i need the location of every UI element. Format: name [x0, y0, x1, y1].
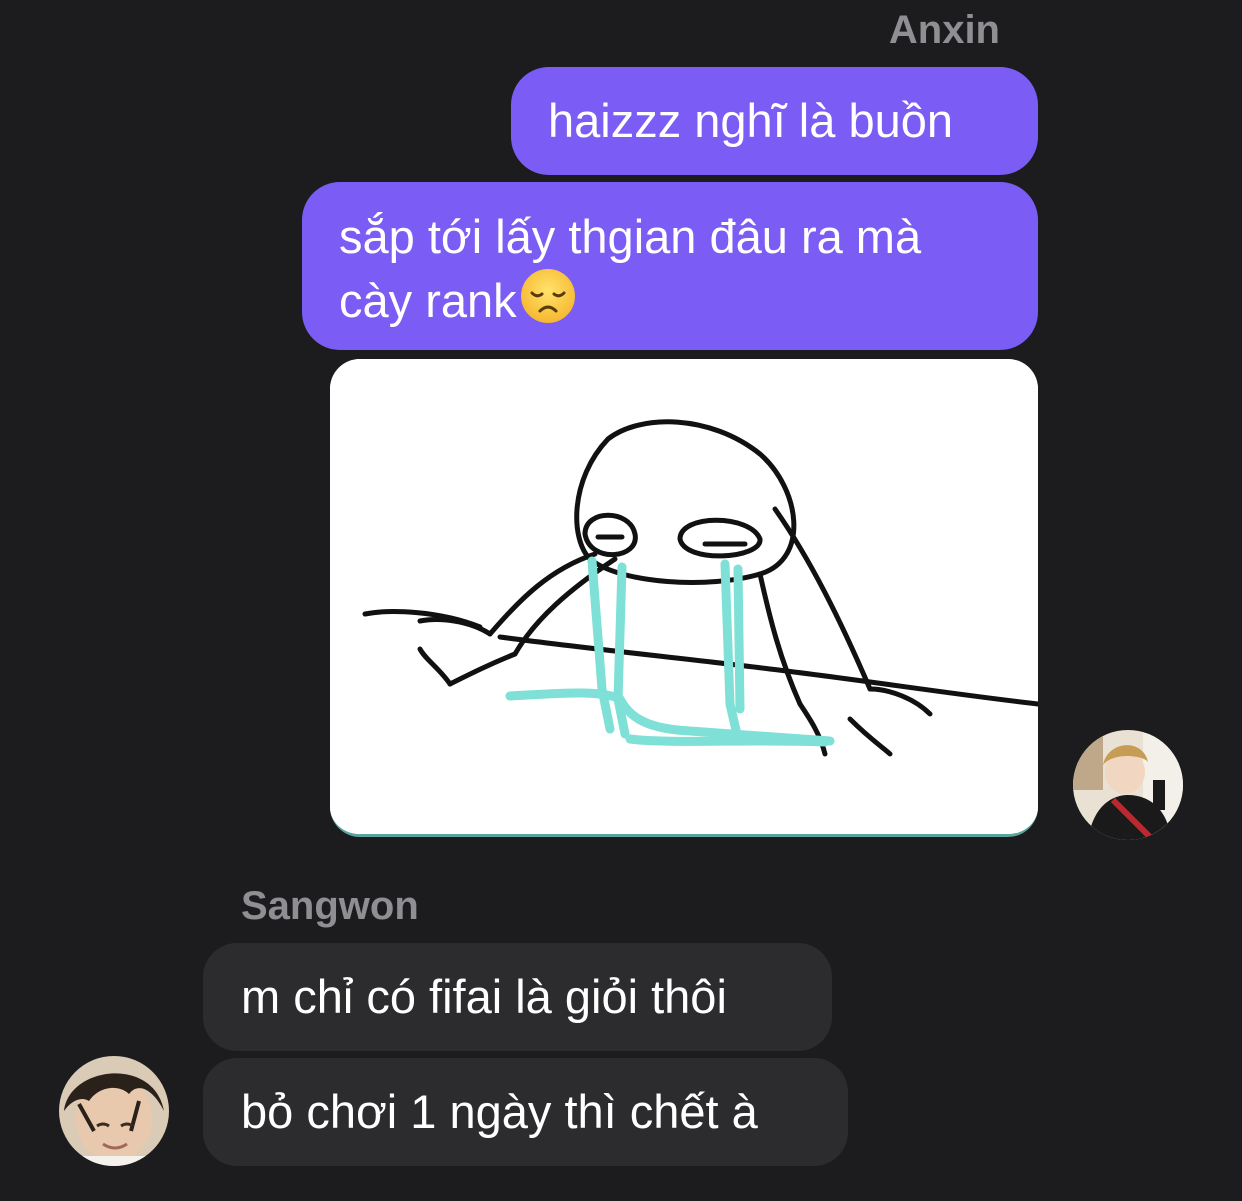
outgoing-message-bubble[interactable]: haizzz nghĩ là buồn [511, 67, 1038, 175]
message-text: m chỉ có fifai là giỏi thôi [241, 970, 727, 1023]
sangwon-avatar[interactable] [59, 1056, 169, 1166]
crying-stick-figure-meme [330, 359, 1038, 834]
outgoing-message-bubble[interactable]: sắp tới lấy thgian đâu ra mà cày rank [302, 182, 1038, 350]
image-attachment[interactable] [330, 359, 1038, 837]
sender-name-sangwon: Sangwon [241, 884, 419, 928]
disappointed-face-emoji [519, 267, 577, 325]
incoming-message-bubble[interactable]: bỏ chơi 1 ngày thì chết à [203, 1058, 848, 1166]
message-text: haizzz nghĩ là buồn [548, 94, 954, 147]
anxin-avatar[interactable] [1073, 730, 1183, 840]
incoming-message-bubble[interactable]: m chỉ có fifai là giỏi thôi [203, 943, 832, 1051]
message-text: sắp tới lấy thgian đâu ra mà cày rank [339, 210, 922, 327]
sender-name-anxin: Anxin [888, 8, 1000, 52]
message-text: bỏ chơi 1 ngày thì chết à [241, 1085, 758, 1138]
